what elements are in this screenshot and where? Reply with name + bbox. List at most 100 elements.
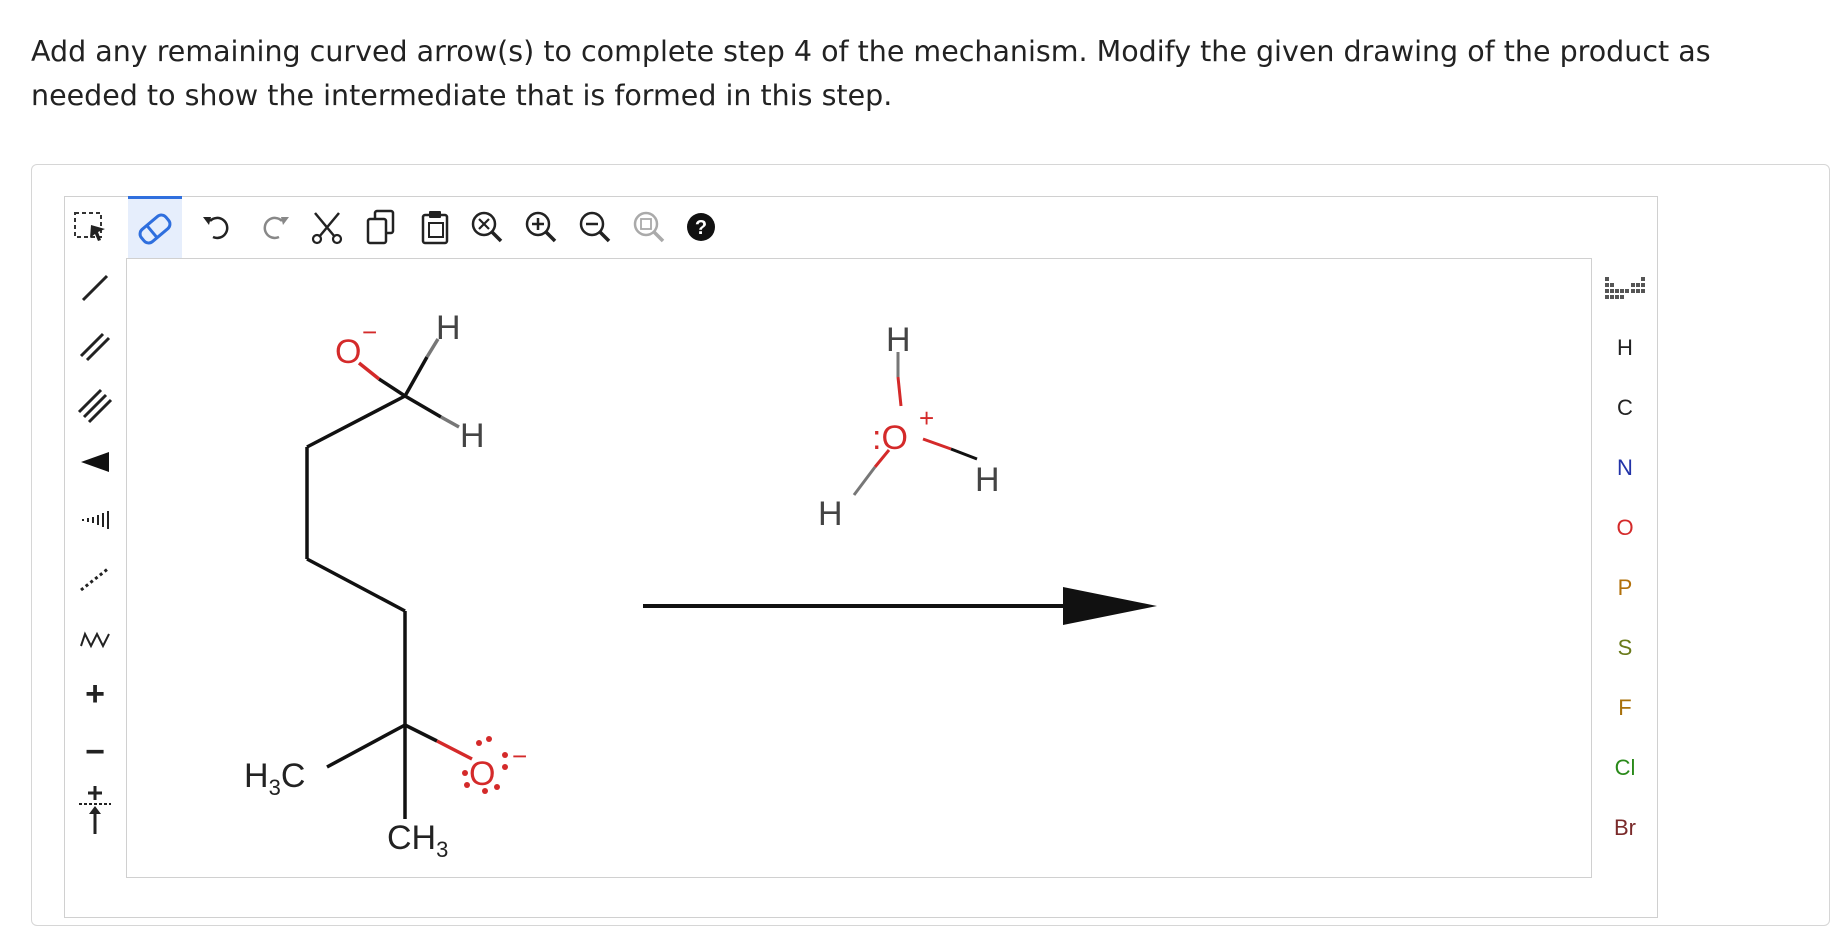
dashed-bond-icon (80, 566, 110, 592)
copy-button[interactable] (354, 196, 408, 258)
element-c-button[interactable]: C (1594, 378, 1656, 438)
atom-oxygen-top: O (335, 333, 361, 371)
hash-bond-tool[interactable] (64, 490, 126, 550)
element-label: P (1617, 575, 1633, 600)
bond (440, 415, 460, 429)
select-tool[interactable] (64, 196, 118, 258)
atom-h-left: H (818, 495, 843, 533)
element-cl-button[interactable]: Cl (1594, 738, 1656, 798)
atom-h-mid: H (460, 417, 485, 455)
bond (404, 723, 438, 743)
bond (852, 466, 877, 496)
element-label: N (1617, 455, 1633, 480)
element-label: Br (1614, 815, 1636, 840)
periodic-table-button[interactable] (1594, 258, 1656, 318)
reactant-molecule: O − H H H3C CH3 O − (244, 309, 527, 862)
label-h3c: H3C (244, 757, 305, 800)
charge-arrow-tool[interactable] (64, 780, 126, 840)
scissors-icon (311, 212, 343, 245)
undo-button[interactable] (190, 196, 244, 258)
help-button[interactable]: ? (674, 196, 728, 258)
double-bond-icon (79, 332, 111, 362)
lasso-select-icon (74, 212, 105, 241)
zoom-reset-icon (471, 211, 503, 243)
double-bond-tool[interactable] (64, 316, 126, 376)
bond (436, 739, 473, 761)
atom-h-top: H (436, 309, 461, 347)
redo-button[interactable] (248, 196, 302, 258)
question-text: Add any remaining curved arrow(s) to com… (31, 35, 1711, 112)
element-h-button[interactable]: H (1594, 318, 1656, 378)
paste-button[interactable] (408, 196, 462, 258)
charge-minus-bottom: − (512, 741, 527, 771)
hydronium-ion: H :O + H H (818, 321, 1000, 533)
help-icon: ? (687, 213, 715, 241)
element-f-button[interactable]: F (1594, 678, 1656, 738)
charge-minus-top: − (362, 317, 377, 347)
element-s-button[interactable]: S (1594, 618, 1656, 678)
top-toolbar: ? (64, 196, 1656, 258)
cut-button[interactable] (300, 196, 354, 258)
bond (326, 723, 406, 769)
element-n-button[interactable]: N (1594, 438, 1656, 498)
zoom-in-icon (525, 211, 557, 243)
lone-pair-dot (482, 788, 488, 794)
lone-pair-dot (476, 740, 482, 746)
left-toolbar: + − (64, 258, 126, 878)
reaction-arrow (643, 587, 1157, 625)
zoom-out-icon (579, 211, 611, 243)
zoom-out-button[interactable] (568, 196, 622, 258)
bond (306, 394, 406, 449)
bond (950, 447, 978, 461)
element-label: C (1617, 395, 1633, 420)
svg-text:?: ? (695, 217, 707, 239)
redo-icon (263, 216, 289, 240)
element-p-button[interactable]: P (1594, 558, 1656, 618)
element-br-button[interactable]: Br (1594, 798, 1656, 858)
single-bond-tool[interactable] (64, 258, 126, 318)
element-o-button[interactable]: O (1594, 498, 1656, 558)
dashed-bond-tool[interactable] (64, 548, 126, 608)
lone-pair-dot (494, 784, 500, 790)
element-label: F (1618, 695, 1632, 720)
hashed-wedge-icon (82, 511, 109, 529)
element-toolbar: H C N O P S F Cl Br (1594, 258, 1656, 878)
lone-pair-dot (462, 770, 468, 776)
charge-arrow-icon (79, 786, 111, 834)
atom-oxygen-plus: :O (872, 419, 908, 457)
element-label: O (1616, 515, 1634, 540)
wavy-bond-tool[interactable] (64, 606, 126, 666)
atom-h-right: H (975, 461, 1000, 499)
wedge-bond-tool[interactable] (64, 432, 126, 492)
eraser-tool[interactable] (128, 196, 182, 258)
lone-pair-dot (502, 764, 508, 770)
drawing-canvas[interactable]: O − H H H3C CH3 O − H :O + H H (126, 258, 1592, 878)
minus-charge-icon: − (85, 732, 105, 771)
bond (896, 376, 903, 407)
eraser-icon (138, 213, 172, 244)
bond (357, 361, 381, 381)
zoom-fit-icon (633, 211, 665, 243)
lone-pair-dot (486, 736, 492, 742)
label-ch3: CH3 (387, 819, 448, 862)
wedge-bond-icon (81, 452, 109, 472)
mechanism-drawing: O − H H H3C CH3 O − H :O + H H (244, 309, 1157, 862)
zoom-in-button[interactable] (514, 196, 568, 258)
lone-pair-dot (502, 752, 508, 758)
triple-bond-tool[interactable] (64, 374, 126, 434)
element-label: Cl (1614, 755, 1636, 780)
negative-charge-tool[interactable]: − (64, 722, 126, 782)
atom-h-top: H (886, 321, 911, 359)
zoom-reset-button[interactable] (460, 196, 514, 258)
undo-icon (203, 216, 229, 240)
bond (403, 356, 429, 397)
wavy-bond-icon (80, 631, 110, 649)
zoom-fit-button[interactable] (622, 196, 676, 258)
plus-charge-icon: + (85, 674, 105, 713)
copy-icon (366, 209, 395, 245)
bond (378, 377, 406, 398)
element-label: S (1617, 635, 1633, 660)
positive-charge-tool[interactable]: + (64, 664, 126, 724)
single-bond-icon (81, 274, 109, 302)
bond (404, 394, 442, 419)
